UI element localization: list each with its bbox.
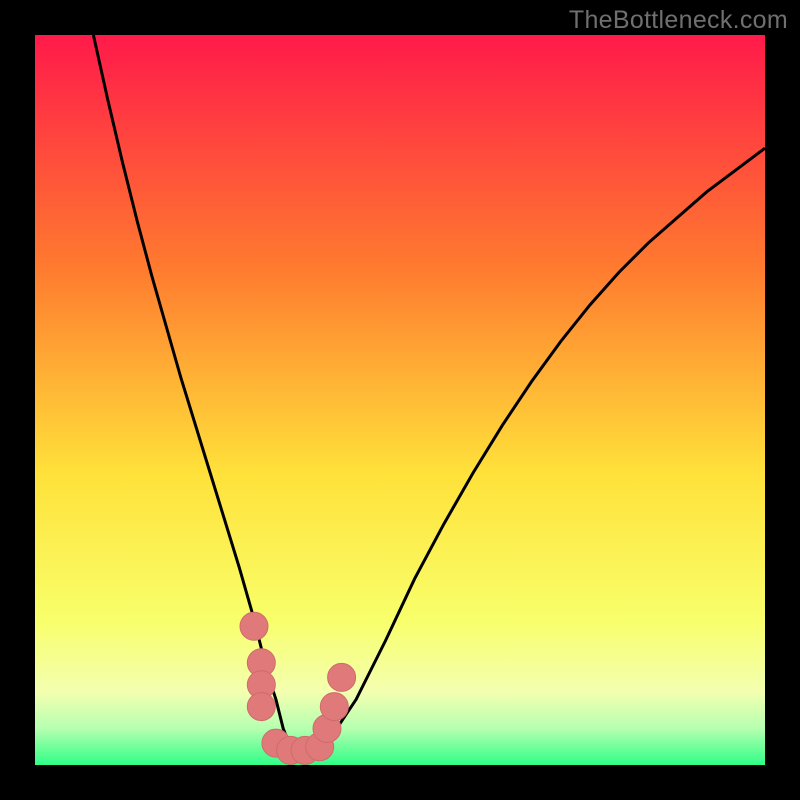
data-marker	[240, 612, 268, 640]
data-marker	[328, 663, 356, 691]
data-marker	[320, 693, 348, 721]
plot-area	[35, 35, 765, 765]
data-marker	[247, 693, 275, 721]
chart-canvas: TheBottleneck.com	[0, 0, 800, 800]
plot-svg	[35, 35, 765, 765]
watermark-text: TheBottleneck.com	[569, 6, 788, 35]
gradient-background	[35, 35, 765, 765]
